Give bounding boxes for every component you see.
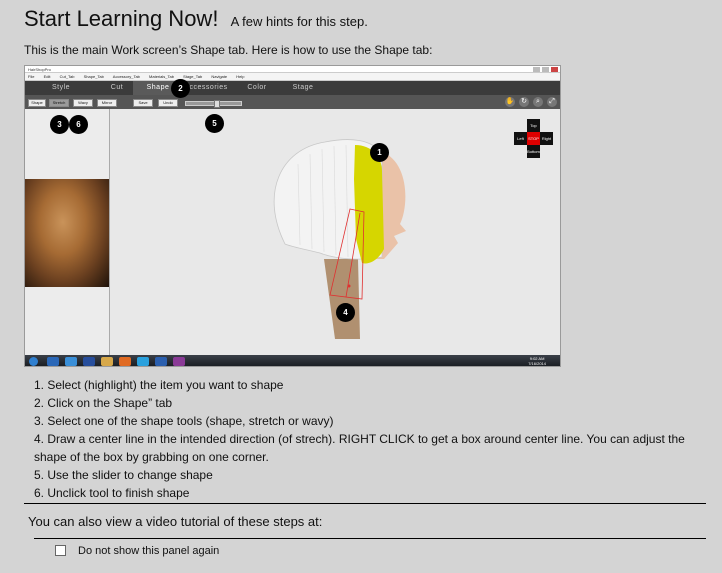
- nav-left: Left: [514, 132, 527, 145]
- menu-help: Help: [236, 74, 245, 79]
- fit-view-icon: ⤢: [547, 97, 557, 107]
- callout-5: 5: [205, 114, 224, 133]
- tab-bar: Style Cut Shape Accessories Color Stage: [25, 81, 560, 95]
- menu-navigate: Navigate: [211, 74, 228, 79]
- rotate-icon: ↻: [519, 97, 529, 107]
- window-title: HairShopPro: [28, 67, 51, 72]
- 3d-head-model: [273, 139, 406, 339]
- callout-3: 3: [50, 115, 69, 134]
- menu-stage-tab: Stage_Tab: [183, 74, 203, 79]
- clock-date: 7/16/2014: [528, 361, 546, 366]
- step-1: 1. Select (highlight) the item you want …: [34, 378, 284, 392]
- title-subtitle: A few hints for this step.: [230, 14, 368, 29]
- tab-color: Color: [247, 84, 267, 91]
- callout-1: 1: [370, 143, 389, 162]
- menu-edit: Edit: [43, 74, 51, 79]
- tool-save: Save: [133, 99, 153, 107]
- menu-cut-tab: Cut_Tab: [59, 74, 75, 79]
- title-text: Start Learning Now!: [24, 6, 219, 31]
- step-2: 2. Click on the Shape” tab: [34, 396, 173, 410]
- zoom-icon: ⌕: [533, 97, 543, 107]
- step-3: 3. Select one of the shape tools (shape,…: [34, 414, 334, 428]
- callout-4: 4: [336, 303, 355, 322]
- menu-accessory-tab: Accessory_Tab: [112, 74, 140, 79]
- steps-list: 1. Select (highlight) the item you want …: [34, 376, 704, 502]
- tab-stage: Stage: [292, 84, 314, 91]
- tab-style: Style: [51, 84, 71, 91]
- taskbar-clock: 9:02 AM 7/16/2014: [528, 356, 546, 366]
- step-4: 4. Draw a center line in the intended di…: [34, 432, 685, 464]
- thumbnail-panel: [25, 109, 110, 355]
- tool-wavy: Wavy: [73, 99, 93, 107]
- minimize-icon: [533, 67, 540, 72]
- firefox-icon: [119, 357, 131, 366]
- window-titlebar: HairShopPro: [25, 66, 560, 73]
- hairstyle-photo: [25, 179, 109, 287]
- menu-shape-tab: Shape_Tab: [83, 74, 104, 79]
- hairshop-icon: [173, 357, 185, 366]
- shape-slider-knob: [214, 100, 220, 108]
- 3d-viewport: Top Left STOP Right Bottom: [110, 109, 560, 355]
- tool-mirror: Mirror: [97, 99, 117, 107]
- dont-show-again-label[interactable]: Do not show this panel again: [78, 545, 219, 557]
- step-6: 6. Unclick tool to finish shape: [34, 486, 190, 500]
- tool-shape: Shape: [28, 99, 46, 107]
- divider-top: [24, 503, 706, 504]
- photoshop-icon: [83, 357, 95, 366]
- menu-materials-tab: Materials_Tab: [149, 74, 174, 79]
- tool-bar: Shape Stretch Wavy Mirror Save Undo ✋ ↻ …: [25, 95, 560, 109]
- skype-icon: [137, 357, 149, 366]
- video-tutorial-text: You can also view a video tutorial of th…: [28, 514, 323, 529]
- page-title: Start Learning Now! A few hints for this…: [24, 6, 368, 32]
- dont-show-again-checkbox[interactable]: [55, 545, 66, 556]
- app-screenshot: HairShopPro File Edit Cut_Tab Shape_Tab …: [24, 65, 561, 367]
- shape-slider: [185, 100, 242, 108]
- selection-handle: [347, 284, 351, 288]
- menu-bar: File Edit Cut_Tab Shape_Tab Accessory_Ta…: [25, 73, 560, 81]
- nav-top: Top: [527, 119, 540, 132]
- nav-bottom: Bottom: [527, 145, 540, 158]
- maximize-icon: [542, 67, 549, 72]
- callout-6: 6: [69, 115, 88, 134]
- neck-shape: [324, 259, 360, 339]
- divider-bottom: [34, 538, 706, 539]
- menu-file: File: [28, 74, 35, 79]
- hand-icon: ✋: [505, 97, 515, 107]
- start-icon: [29, 357, 38, 366]
- os-taskbar: 9:02 AM 7/16/2014: [25, 355, 560, 366]
- tool-undo: Undo: [158, 99, 178, 107]
- step-5: 5. Use the slider to change shape: [34, 468, 213, 482]
- nav-stop: STOP: [527, 132, 540, 145]
- hair-yellow: [354, 145, 384, 264]
- close-icon: [551, 67, 558, 72]
- callout-2: 2: [171, 79, 190, 98]
- nav-right: Right: [540, 132, 553, 145]
- media-icon: [65, 357, 77, 366]
- browser-icon: [47, 357, 59, 366]
- word-icon: [155, 357, 167, 366]
- intro-text: This is the main Work screen’s Shape tab…: [24, 43, 433, 57]
- folder-icon: [101, 357, 113, 366]
- tool-stretch: Stretch: [49, 99, 69, 107]
